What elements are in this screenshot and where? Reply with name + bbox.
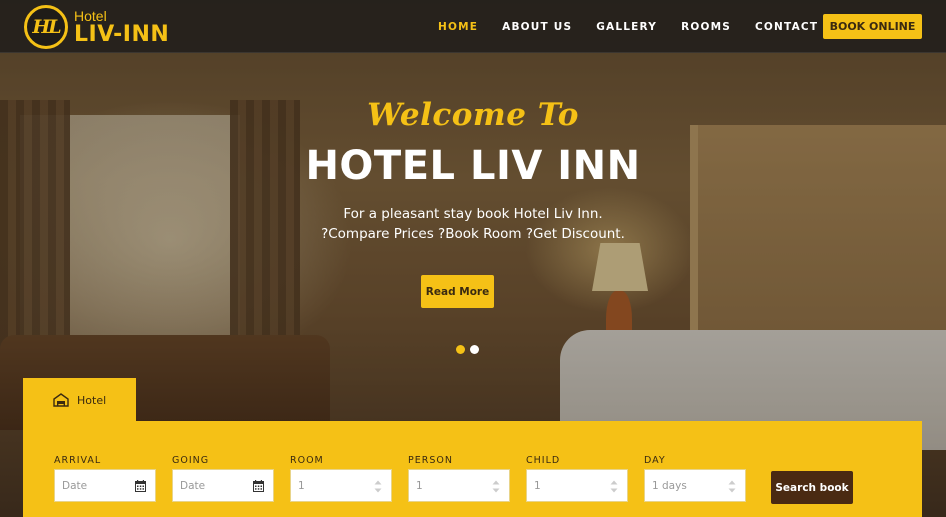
logo[interactable]: HL Hotel LIV-INN xyxy=(24,5,169,49)
logo-mark: HL xyxy=(24,5,68,49)
arrival-date-input[interactable]: Date xyxy=(54,469,156,502)
child-value: 1 xyxy=(534,479,541,492)
tab-hotel-label: Hotel xyxy=(77,393,107,407)
hero-subtitle-line2: ?Compare Prices ?Book Room ?Get Discount… xyxy=(321,226,625,242)
person-value: 1 xyxy=(416,479,423,492)
arrival-placeholder: Date xyxy=(62,479,88,492)
calendar-icon[interactable] xyxy=(135,480,146,492)
nav-menu: HOME ABOUT US GALLERY ROOMS CONTACT US xyxy=(438,0,866,53)
logo-prefix: Hotel xyxy=(74,7,107,24)
carousel-dots xyxy=(456,345,484,354)
nav-rooms[interactable]: ROOMS xyxy=(681,21,731,33)
going-date-input[interactable]: Date xyxy=(172,469,274,502)
nav-about-us[interactable]: ABOUT US xyxy=(502,21,572,33)
child-label: CHILD xyxy=(526,455,561,466)
day-number-input[interactable]: 1 days xyxy=(644,469,746,502)
person-label: PERSON xyxy=(408,455,453,466)
day-label: DAY xyxy=(644,455,666,466)
room-label: ROOM xyxy=(290,455,324,466)
booking-form: ARRIVAL Date GOING Date ROOM 1 PERSON 1 … xyxy=(23,421,922,517)
person-number-input[interactable]: 1 xyxy=(408,469,510,502)
going-label: GOING xyxy=(172,455,210,466)
navbar: HL Hotel LIV-INN HOME ABOUT US GALLERY R… xyxy=(0,0,946,53)
going-placeholder: Date xyxy=(180,479,206,492)
nav-home[interactable]: HOME xyxy=(438,21,478,33)
spinner-icon[interactable] xyxy=(374,479,382,494)
hero-subtitle-line1: For a pleasant stay book Hotel Liv Inn. xyxy=(343,206,603,222)
logo-name: LIV-INN xyxy=(74,21,170,47)
book-online-button[interactable]: BOOK ONLINE xyxy=(823,14,922,39)
tab-hotel[interactable]: Hotel xyxy=(23,378,136,422)
spinner-icon[interactable] xyxy=(610,479,618,494)
carousel-dot-1[interactable] xyxy=(456,345,465,354)
hero-welcome: Welcome To xyxy=(367,97,579,133)
spinner-icon[interactable] xyxy=(492,479,500,494)
read-more-button[interactable]: Read More xyxy=(421,275,494,308)
day-value: 1 days xyxy=(652,479,687,492)
search-book-button[interactable]: Search book xyxy=(771,471,853,504)
calendar-icon[interactable] xyxy=(253,480,264,492)
spinner-icon[interactable] xyxy=(728,479,736,494)
room-value: 1 xyxy=(298,479,305,492)
logo-text: Hotel LIV-INN xyxy=(74,9,169,46)
child-number-input[interactable]: 1 xyxy=(526,469,628,502)
room-number-input[interactable]: 1 xyxy=(290,469,392,502)
hotel-icon xyxy=(53,393,69,407)
hero-title: HOTEL LIV INN xyxy=(305,143,641,189)
nav-gallery[interactable]: GALLERY xyxy=(596,21,657,33)
carousel-dot-2[interactable] xyxy=(470,345,479,354)
arrival-label: ARRIVAL xyxy=(54,455,102,466)
